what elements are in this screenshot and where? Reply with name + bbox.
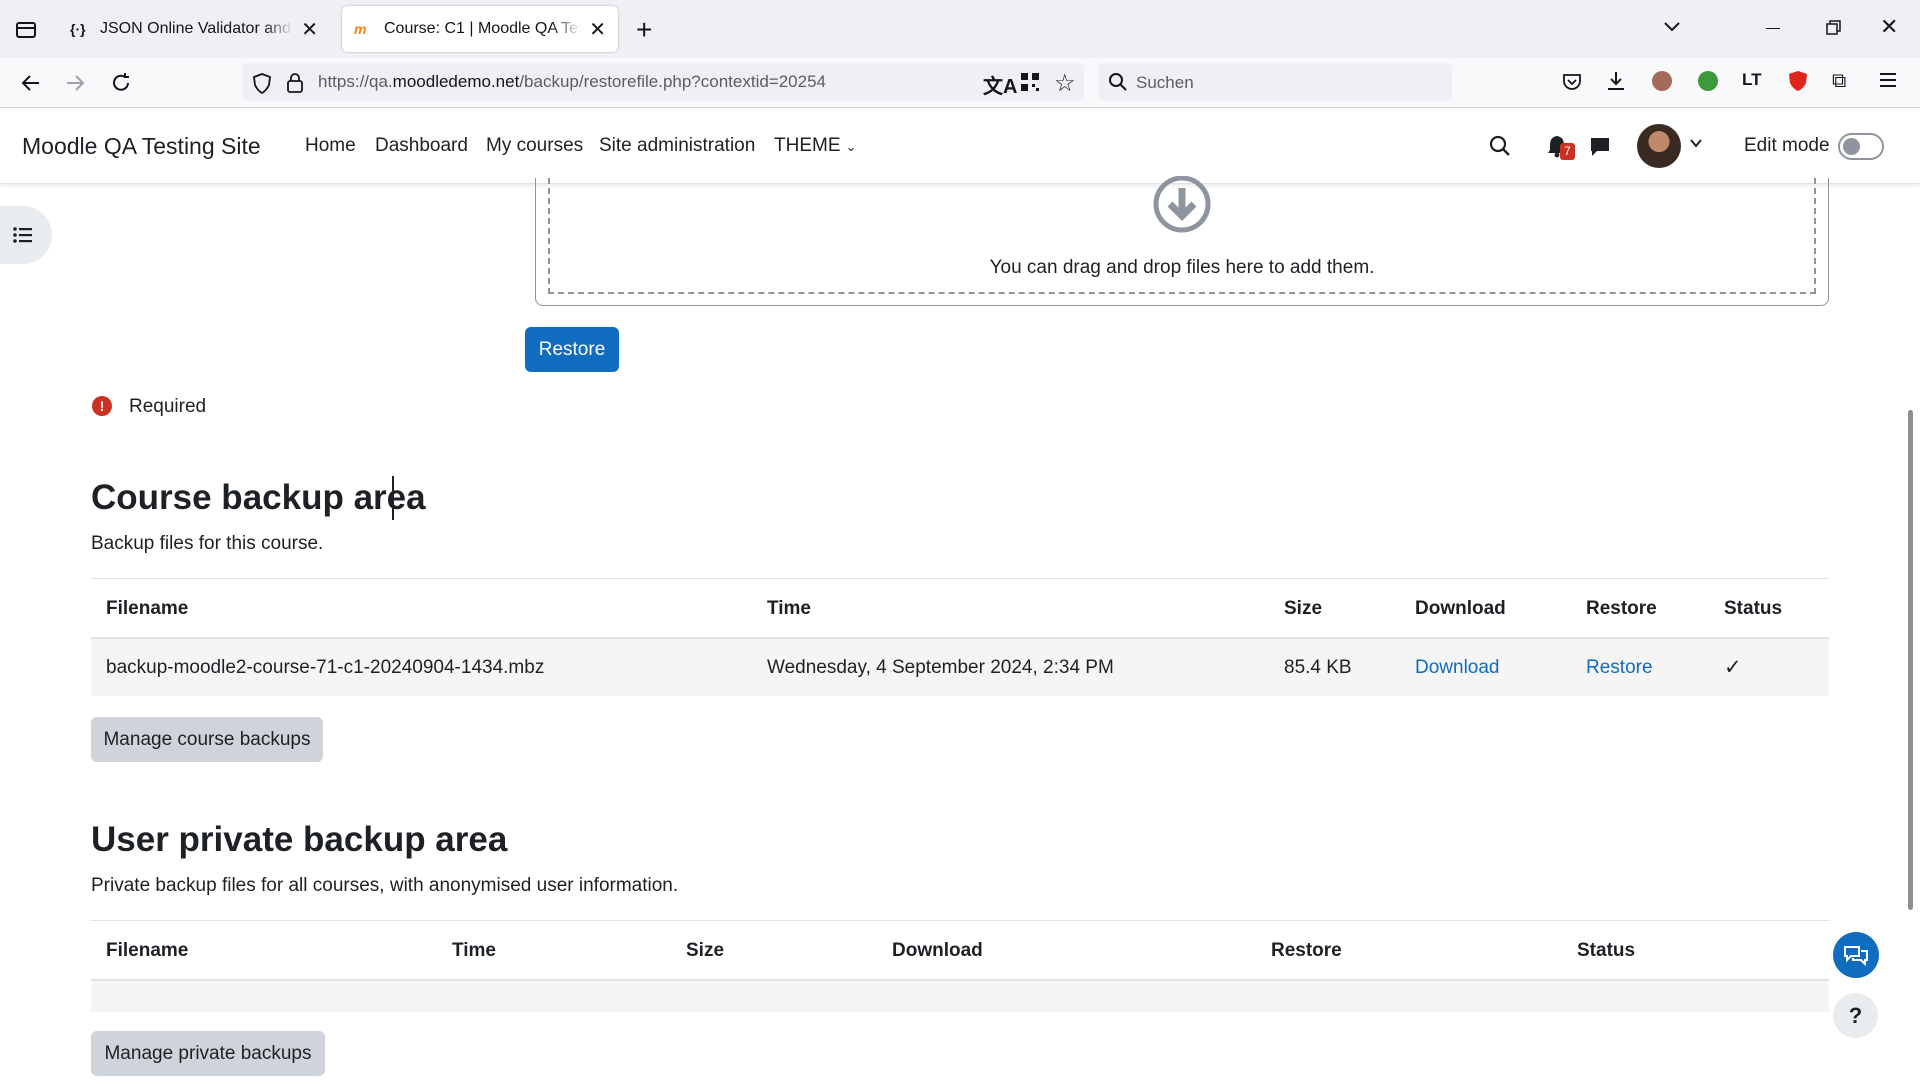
chevron-down-icon: ⌄ — [845, 139, 857, 154]
help-button[interactable]: ? — [1833, 993, 1878, 1038]
restore-button[interactable]: Restore — [525, 327, 619, 372]
reload-icon[interactable] — [104, 66, 138, 100]
manage-course-backups-button[interactable]: Manage course backups — [91, 717, 323, 762]
col-size: Size — [686, 940, 725, 961]
menu-hamburger-icon[interactable] — [1878, 70, 1898, 95]
site-name[interactable]: Moodle QA Testing Site — [22, 133, 261, 160]
moodle-favicon-icon: m — [354, 21, 367, 37]
col-restore: Restore — [1271, 940, 1342, 961]
user-avatar[interactable] — [1637, 124, 1681, 168]
col-time: Time — [767, 598, 812, 619]
close-window-icon[interactable]: ✕ — [1880, 14, 1898, 40]
search-magnifier-icon — [1108, 72, 1128, 97]
downloads-icon[interactable] — [1606, 70, 1626, 97]
question-icon: ? — [1848, 1002, 1863, 1028]
col-status: Status — [1724, 598, 1783, 619]
tab-moodle-course[interactable]: m Course: C1 | Moodle QA Testing Site ✕ — [342, 6, 618, 52]
dropzone-text: You can drag and drop files here to add … — [989, 257, 1375, 278]
bookmark-star-icon[interactable]: ☆ — [1054, 69, 1076, 98]
empty-table-row — [91, 981, 1829, 1012]
extension-avatar-icon[interactable] — [1652, 71, 1672, 91]
col-time: Time — [452, 940, 497, 961]
download-arrow-circle-icon — [1152, 175, 1212, 241]
table-top-border — [91, 920, 1829, 921]
messaging-chat-button[interactable] — [1833, 932, 1879, 978]
browser-tab-bar: {·} JSON Online Validator and Formatter … — [0, 0, 1920, 58]
tracking-shield-icon[interactable] — [252, 72, 272, 99]
notification-count-badge: 7 — [1560, 143, 1575, 160]
course-backup-title: Course backup area — [91, 478, 426, 517]
row-size: 85.4 KB — [1284, 657, 1352, 678]
extensions-puzzle-icon[interactable]: ⧉ — [1832, 70, 1846, 93]
user-backup-table: Filename Time Size Download Restore Stat… — [91, 920, 1829, 1012]
url-text: https://qa.moodledemo.net/backup/restore… — [318, 72, 827, 91]
col-download: Download — [892, 940, 983, 961]
col-download: Download — [1415, 598, 1506, 619]
comments-icon — [1844, 946, 1868, 966]
new-tab-icon[interactable]: + — [636, 14, 652, 46]
course-index-drawer-button[interactable] — [0, 206, 52, 264]
tab-overview-icon[interactable] — [14, 18, 38, 40]
required-icon: ! — [92, 396, 112, 416]
pocket-icon[interactable] — [1562, 72, 1582, 97]
table-top-border — [91, 578, 1829, 579]
col-size: Size — [1284, 598, 1323, 619]
row-time: Wednesday, 4 September 2024, 2:34 PM — [767, 657, 1114, 678]
col-filename: Filename — [106, 940, 189, 961]
lock-icon[interactable] — [286, 72, 304, 99]
text-cursor — [392, 476, 394, 520]
col-restore: Restore — [1586, 598, 1657, 619]
user-menu-chevron-icon[interactable] — [1689, 136, 1703, 155]
minimize-icon[interactable] — [1766, 28, 1780, 29]
nav-dashboard[interactable]: Dashboard — [375, 135, 468, 157]
qr-code-icon[interactable] — [1020, 72, 1040, 97]
search-icon[interactable] — [1489, 135, 1511, 162]
list-tabs-icon[interactable] — [1660, 14, 1684, 43]
edit-mode-toggle[interactable] — [1838, 133, 1884, 160]
course-backup-table: Filename Time Size Download Restore Stat… — [91, 578, 1829, 696]
edit-mode-label: Edit mode — [1744, 135, 1830, 156]
row-download-link[interactable]: Download — [1415, 657, 1500, 679]
back-icon[interactable] — [14, 66, 48, 100]
tab-label: Course: C1 | Moodle QA Testing Site — [384, 20, 581, 37]
extension-shield-green-icon[interactable] — [1698, 71, 1718, 91]
forward-icon[interactable] — [58, 66, 92, 100]
languagetool-icon[interactable]: LT — [1742, 70, 1762, 90]
restore-window-icon[interactable] — [1826, 20, 1842, 41]
messages-chat-icon[interactable] — [1589, 136, 1611, 163]
nav-theme-label: THEME — [774, 135, 841, 156]
close-tab-icon[interactable]: ✕ — [301, 17, 318, 42]
nav-site-administration[interactable]: Site administration — [599, 135, 755, 157]
user-backup-description: Private backup files for all courses, wi… — [91, 875, 679, 896]
row-filename: backup-moodle2-course-71-c1-20240904-143… — [106, 657, 545, 678]
col-status: Status — [1577, 940, 1636, 961]
table-row: backup-moodle2-course-71-c1-20240904-143… — [91, 639, 1829, 696]
nav-theme[interactable]: THEME ⌄ — [774, 135, 856, 157]
course-backup-description: Backup files for this course. — [91, 533, 324, 554]
moodle-header — [0, 108, 1920, 184]
page-scrollbar[interactable] — [1908, 410, 1913, 910]
col-filename: Filename — [106, 598, 189, 619]
user-backup-title: User private backup area — [91, 820, 508, 859]
close-tab-icon[interactable]: ✕ — [589, 17, 606, 42]
tab-json-validator[interactable]: {·} JSON Online Validator and Formatter … — [58, 6, 330, 52]
translate-icon[interactable]: 文A — [983, 70, 1017, 99]
row-restore-link[interactable]: Restore — [1586, 657, 1653, 679]
ublock-icon[interactable] — [1788, 70, 1808, 97]
list-icon — [13, 227, 32, 243]
status-check-icon: ✓ — [1724, 656, 1742, 679]
json-favicon-icon: {·} — [70, 21, 86, 37]
nav-my-courses[interactable]: My courses — [486, 135, 583, 157]
required-label: Required — [129, 396, 207, 417]
tab-label: JSON Online Validator and Formatter — [100, 20, 293, 37]
nav-home[interactable]: Home — [305, 135, 356, 157]
search-placeholder: Suchen — [1136, 73, 1194, 92]
manage-private-backups-button[interactable]: Manage private backups — [91, 1031, 325, 1076]
